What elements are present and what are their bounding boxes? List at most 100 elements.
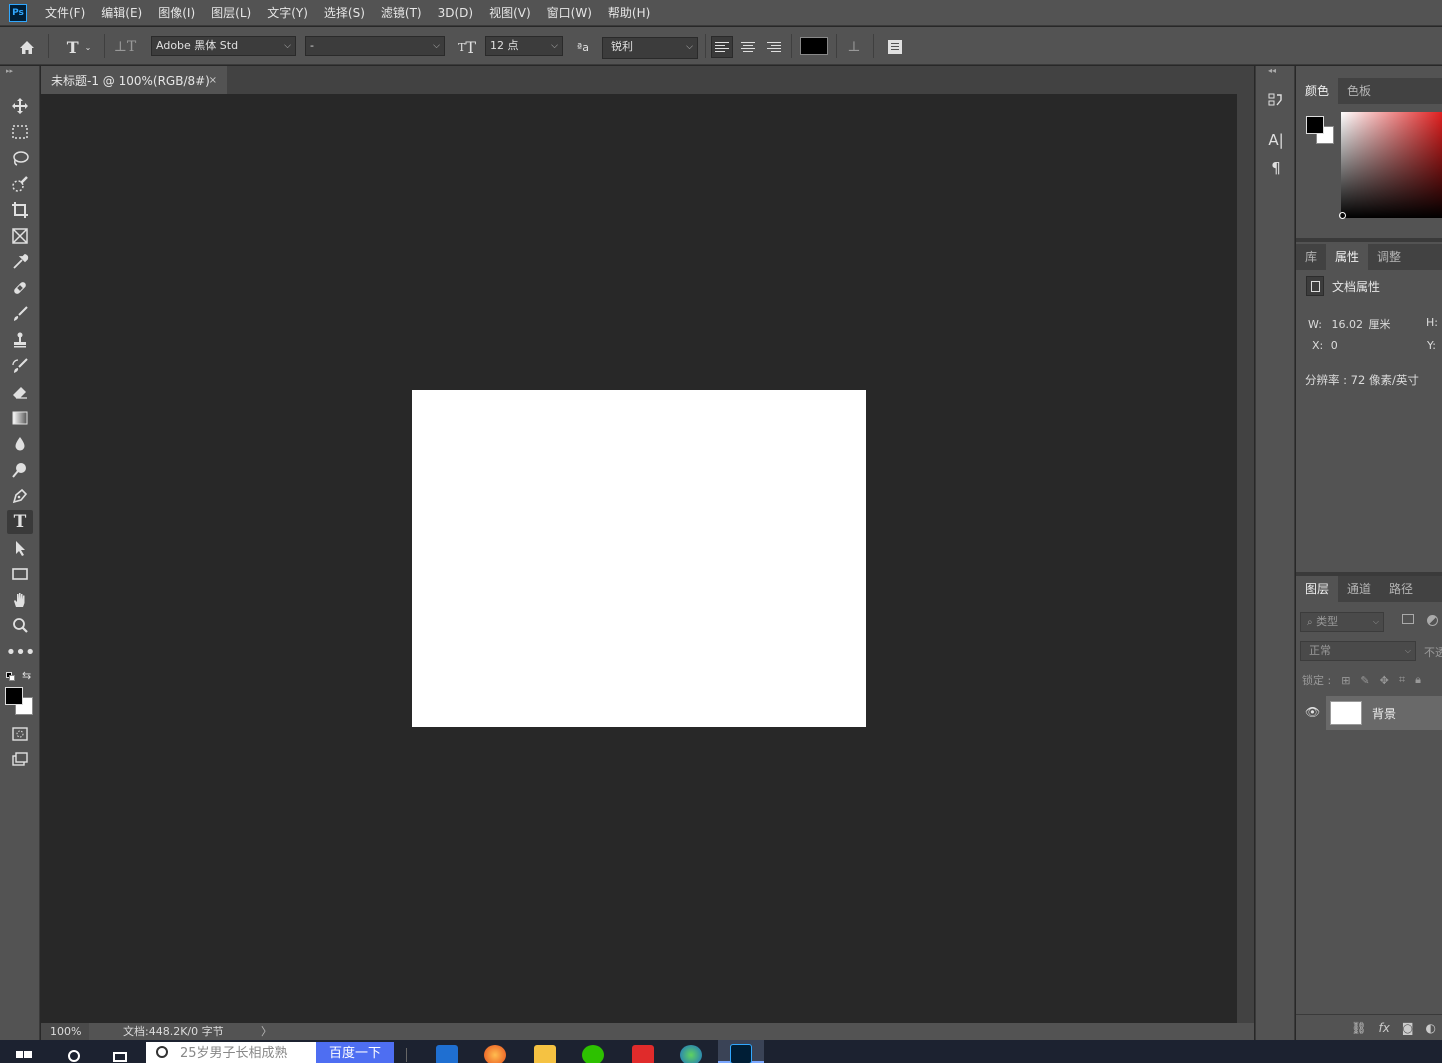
align-right-button[interactable] (763, 36, 785, 58)
close-icon[interactable]: × (209, 75, 217, 86)
lock-transparency-icon[interactable]: ⊞ (1341, 674, 1350, 687)
marquee-tool-icon[interactable] (7, 120, 33, 144)
more-tools-icon[interactable]: ••• (6, 640, 36, 664)
lock-position-icon[interactable]: ✥ (1380, 674, 1389, 687)
rectangle-tool-icon[interactable] (7, 562, 33, 586)
menu-file[interactable]: 文件(F) (37, 0, 93, 26)
tab-paths[interactable]: 路径 (1380, 576, 1422, 602)
tab-libraries[interactable]: 库 (1296, 244, 1326, 270)
ps-icon[interactable] (718, 1040, 764, 1063)
lock-artboard-icon[interactable]: ⌗ (1399, 673, 1405, 687)
clone-stamp-tool-icon[interactable] (7, 328, 33, 352)
swap-colors-icon[interactable]: ⇆ (22, 669, 31, 682)
default-colors-icon[interactable] (6, 672, 15, 681)
menu-layer[interactable]: 图层(L) (203, 0, 259, 26)
healing-brush-tool-icon[interactable] (7, 276, 33, 300)
menu-window[interactable]: 窗口(W) (539, 0, 600, 26)
brush-tool-icon[interactable] (7, 302, 33, 326)
align-left-button[interactable] (711, 36, 733, 58)
gradient-tool-icon[interactable] (7, 406, 33, 430)
antialias-select[interactable]: 锐利 ⌵ (602, 37, 698, 59)
dodge-tool-icon[interactable] (7, 458, 33, 482)
lock-pixels-icon[interactable]: ✎ (1360, 674, 1369, 687)
search-icon[interactable] (62, 1040, 86, 1063)
taskbar-search-input[interactable]: 25岁男子长相成熟 (146, 1042, 316, 1063)
font-size-select[interactable]: 12 点 ⌵ (485, 36, 563, 56)
crop-tool-icon[interactable] (7, 198, 33, 222)
screen-mode-icon[interactable] (7, 748, 33, 772)
frame-tool-icon[interactable] (7, 224, 33, 248)
document-canvas[interactable] (412, 390, 866, 727)
task-view-icon[interactable] (108, 1040, 132, 1063)
collapse-panels-icon[interactable]: ◂◂ (1268, 66, 1276, 75)
filter-image-icon[interactable] (1402, 614, 1414, 624)
character-panel-icon[interactable]: A| (1266, 130, 1286, 150)
foreground-color-swatch[interactable] (5, 687, 23, 705)
wechat-icon[interactable] (580, 1040, 606, 1063)
tab-swatches[interactable]: 色板 (1338, 78, 1380, 104)
tab-adjustments[interactable]: 调整 (1368, 244, 1410, 270)
tab-layers[interactable]: 图层 (1296, 576, 1339, 602)
type-tool-preset-icon[interactable]: T ⌄ (60, 36, 98, 58)
status-menu-arrow-icon[interactable]: 〉 (261, 1023, 272, 1040)
quick-mask-icon[interactable] (7, 722, 33, 746)
x-value[interactable]: 0 (1331, 339, 1338, 352)
color-panel-foreground-swatch[interactable] (1306, 116, 1324, 134)
quick-select-tool-icon[interactable] (7, 172, 33, 196)
tab-color[interactable]: 颜色 (1296, 78, 1339, 104)
align-center-button[interactable] (737, 36, 759, 58)
blend-mode-select[interactable]: 正常 ⌵ (1300, 641, 1416, 661)
color-picker-cursor[interactable] (1339, 212, 1346, 219)
menu-type[interactable]: 文字(Y) (259, 0, 316, 26)
home-icon[interactable] (16, 36, 38, 58)
mask-icon[interactable]: ◙ (1402, 1021, 1414, 1035)
path-selection-tool-icon[interactable] (7, 536, 33, 560)
windows-start-icon[interactable] (14, 1040, 34, 1063)
menu-image[interactable]: 图像(I) (150, 0, 203, 26)
file-explorer-icon[interactable] (532, 1040, 558, 1063)
tab-channels[interactable]: 通道 (1338, 576, 1380, 602)
eye-icon[interactable]: 👁︎ (1305, 705, 1320, 719)
eraser-tool-icon[interactable] (7, 380, 33, 404)
zoom-level[interactable]: 100% (41, 1023, 89, 1040)
move-tool-icon[interactable] (7, 94, 33, 118)
font-family-select[interactable]: Adobe 黑体 Std ⌵ (151, 36, 296, 56)
layer-filter-select[interactable]: ⌕ 类型 ⌵ (1300, 612, 1384, 632)
toggle-text-orientation-icon[interactable]: ⊥T (114, 36, 137, 58)
firefox-icon[interactable] (482, 1040, 508, 1063)
history-brush-tool-icon[interactable] (7, 354, 33, 378)
vertical-scrollbar[interactable] (1237, 94, 1254, 1023)
lasso-tool-icon[interactable] (7, 146, 33, 170)
adjustment-icon[interactable]: ◐ (1426, 1021, 1436, 1035)
document-tab[interactable]: 未标题-1 @ 100%(RGB/8#) × (41, 66, 227, 94)
type-tool-icon[interactable]: T (7, 510, 33, 534)
menu-3d[interactable]: 3D(D) (430, 0, 481, 26)
baidu-search-button[interactable]: 百度一下 (316, 1042, 394, 1063)
pen-tool-icon[interactable] (7, 484, 33, 508)
text-color-swatch[interactable] (800, 37, 828, 55)
character-panel-icon[interactable] (884, 36, 906, 58)
width-value[interactable]: 16.02 (1331, 318, 1363, 331)
panel-collapse-icon[interactable]: ▸▸ (0, 66, 39, 76)
app-blue-p-icon[interactable] (434, 1040, 460, 1063)
menu-edit[interactable]: 编辑(E) (93, 0, 150, 26)
tab-properties[interactable]: 属性 (1326, 244, 1369, 270)
menu-view[interactable]: 视图(V) (481, 0, 539, 26)
layer-name[interactable]: 背景 (1372, 705, 1396, 722)
zoom-tool-icon[interactable] (7, 614, 33, 638)
blur-tool-icon[interactable] (7, 432, 33, 456)
warp-text-icon[interactable]: ⊥ (843, 36, 865, 58)
eyedropper-tool-icon[interactable] (7, 250, 33, 274)
color-picker-field[interactable] (1341, 112, 1442, 218)
photoshop-logo-icon[interactable]: Ps (9, 3, 27, 22)
layer-row[interactable]: 👁︎ 背景 (1296, 696, 1442, 730)
hand-tool-icon[interactable] (7, 588, 33, 612)
font-style-select[interactable]: - ⌵ (305, 36, 445, 56)
menu-filter[interactable]: 滤镜(T) (373, 0, 430, 26)
wps-icon[interactable] (630, 1040, 656, 1063)
menu-help[interactable]: 帮助(H) (600, 0, 658, 26)
filter-adjustment-icon[interactable] (1427, 615, 1438, 626)
paragraph-panel-icon[interactable]: ¶ (1266, 158, 1286, 178)
link-icon[interactable]: ⛓︎ (1351, 1021, 1366, 1035)
lock-all-icon[interactable]: 🔒︎ (1415, 673, 1421, 687)
